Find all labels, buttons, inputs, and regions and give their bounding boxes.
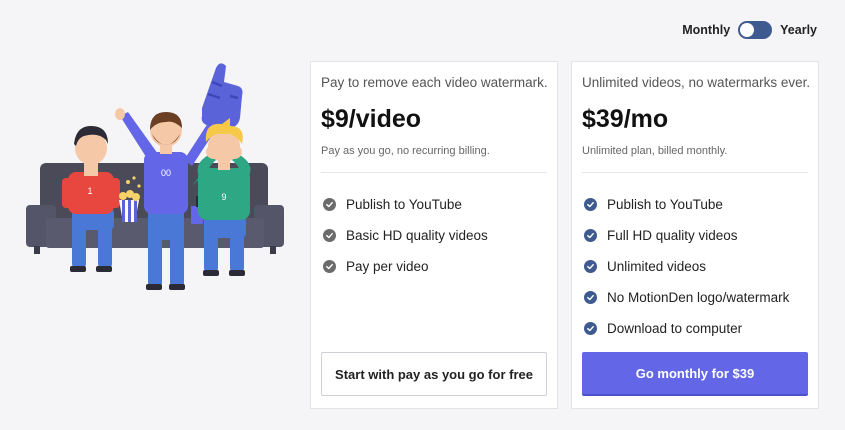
fan-left-shirt-number: 1 [87, 186, 92, 196]
foam-finger-icon [201, 63, 243, 128]
feature-item: Pay per video [323, 251, 488, 282]
fan-middle-shirt-number: 00 [161, 168, 171, 178]
feature-label: Unlimited videos [607, 259, 707, 274]
feature-list: Publish to YouTube Basic HD quality video… [323, 189, 488, 282]
plan-tagline: Unlimited videos, no watermarks ever. [582, 75, 811, 90]
plan-price: $39/mo [582, 105, 669, 133]
feature-label: Pay per video [346, 259, 429, 274]
check-circle-icon [584, 229, 597, 242]
feature-item: Publish to YouTube [323, 189, 488, 220]
check-circle-icon [323, 198, 336, 211]
go-monthly-button[interactable]: Go monthly for $39 [582, 352, 808, 396]
toggle-knob [740, 23, 755, 37]
plan-card-monthly: Unlimited videos, no watermarks ever. $3… [571, 61, 819, 409]
check-circle-icon [584, 291, 597, 304]
plan-card-pay-per-video: Pay to remove each video watermark. $9/v… [310, 61, 558, 409]
feature-label: Publish to YouTube [607, 197, 723, 212]
feature-label: Download to computer [607, 321, 743, 336]
plan-divider [321, 172, 547, 173]
check-circle-icon [584, 322, 597, 335]
feature-item: Download to computer [584, 313, 789, 344]
check-circle-icon [323, 260, 336, 273]
feature-item: Full HD quality videos [584, 220, 789, 251]
plan-subtitle: Unlimited plan, billed monthly. [582, 145, 728, 157]
feature-label: Basic HD quality videos [346, 228, 488, 243]
feature-item: Unlimited videos [584, 251, 789, 282]
check-circle-icon [323, 229, 336, 242]
start-pay-as-you-go-button[interactable]: Start with pay as you go for free [321, 352, 547, 396]
feature-item: Publish to YouTube [584, 189, 789, 220]
billing-monthly-label[interactable]: Monthly [682, 23, 730, 37]
fans-on-couch-illustration: 1 00 9 [26, 63, 284, 290]
billing-period-switch[interactable] [738, 21, 773, 39]
feature-label: Publish to YouTube [346, 197, 462, 212]
fan-left: 1 [62, 126, 120, 272]
plan-subtitle: Pay as you go, no recurring billing. [321, 145, 490, 157]
feature-label: Full HD quality videos [607, 228, 738, 243]
feature-label: No MotionDen logo/watermark [607, 290, 790, 305]
fan-right-shirt-number: 9 [221, 192, 226, 202]
billing-toggle: Monthly Yearly [682, 21, 817, 39]
billing-yearly-label[interactable]: Yearly [780, 23, 817, 37]
plan-divider [582, 172, 808, 173]
check-circle-icon [584, 198, 597, 211]
feature-item: No MotionDen logo/watermark [584, 282, 789, 313]
feature-item: Basic HD quality videos [323, 220, 488, 251]
plan-tagline: Pay to remove each video watermark. [321, 75, 548, 90]
feature-list: Publish to YouTube Full HD quality videos… [584, 189, 789, 344]
plan-price: $9/video [321, 105, 422, 133]
check-circle-icon [584, 260, 597, 273]
